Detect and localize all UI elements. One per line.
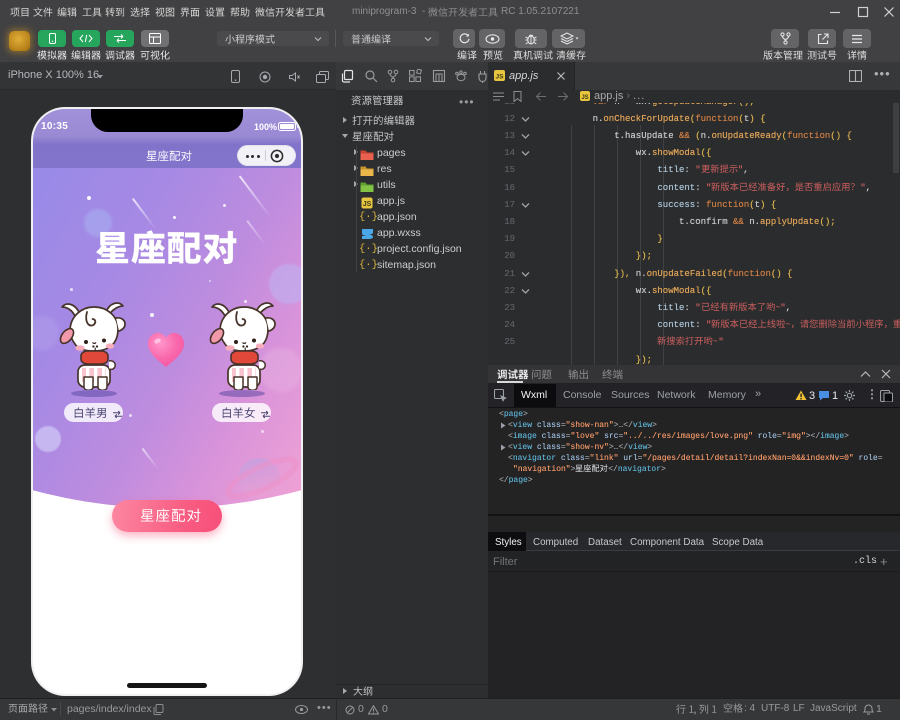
- svg-text:JS: JS: [581, 95, 588, 101]
- svg-text:JS: JS: [363, 201, 372, 208]
- svg-text:JS: JS: [496, 74, 505, 81]
